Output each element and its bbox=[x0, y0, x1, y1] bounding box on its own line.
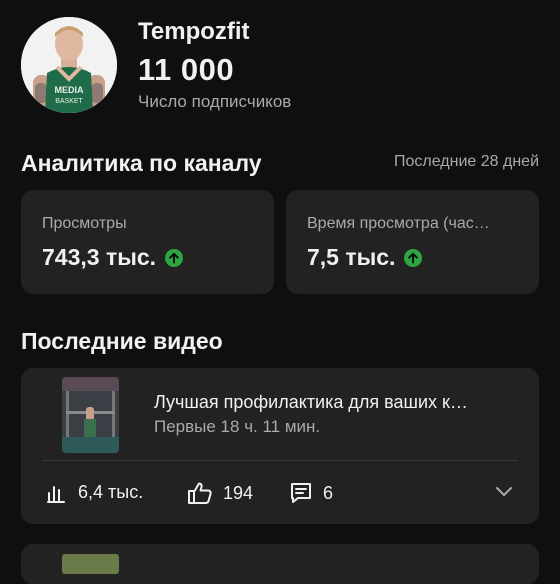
analytics-title: Аналитика по каналу bbox=[21, 150, 262, 176]
subscriber-count: 11 000 bbox=[138, 52, 235, 87]
views-value: 743,3 тыс. bbox=[42, 244, 157, 270]
likes-stat: 194 bbox=[187, 481, 253, 505]
chevron-down-icon bbox=[496, 487, 512, 496]
views-card[interactable]: Просмотры 743,3 тыс. bbox=[21, 190, 274, 294]
analytics-period[interactable]: Последние 28 дней bbox=[394, 153, 539, 171]
views-stat: 6,4 тыс. bbox=[46, 481, 143, 503]
watch-time-value-row: 7,5 тыс. bbox=[307, 244, 423, 271]
svg-text:MEDIA: MEDIA bbox=[55, 85, 85, 95]
channel-name: Tempozfit bbox=[138, 18, 250, 45]
trend-up-icon bbox=[404, 248, 423, 267]
watch-time-label: Время просмотра (час… bbox=[307, 215, 490, 232]
video-card[interactable]: Лучшая профилактика для ваших к… Первые … bbox=[21, 368, 539, 524]
video-time: Первые 18 ч. 11 мин. bbox=[154, 417, 321, 436]
comment-icon bbox=[291, 483, 311, 503]
avatar-photo: MEDIA BASKET bbox=[21, 17, 117, 113]
svg-text:BASKET: BASKET bbox=[55, 98, 83, 105]
views-label: Просмотры bbox=[42, 215, 127, 232]
views-count: 6,4 тыс. bbox=[78, 481, 144, 502]
watch-time-value: 7,5 тыс. bbox=[307, 244, 396, 270]
comments-count: 6 bbox=[323, 482, 334, 503]
views-value-row: 743,3 тыс. bbox=[42, 244, 184, 271]
likes-count: 194 bbox=[223, 482, 254, 503]
expand-button[interactable] bbox=[494, 484, 514, 503]
video-thumbnail[interactable] bbox=[62, 554, 119, 574]
trend-up-icon bbox=[165, 248, 184, 267]
video-thumbnail[interactable] bbox=[62, 377, 119, 453]
recent-videos-title: Последние видео bbox=[21, 328, 223, 354]
views-bars-icon bbox=[47, 486, 65, 503]
watch-time-card[interactable]: Время просмотра (час… 7,5 тыс. bbox=[286, 190, 539, 294]
like-icon bbox=[188, 482, 212, 504]
comments-stat: 6 bbox=[289, 481, 333, 505]
video-title: Лучшая профилактика для ваших к… bbox=[154, 392, 468, 412]
subscriber-label: Число подписчиков bbox=[138, 92, 292, 111]
video-card-next[interactable] bbox=[21, 544, 539, 584]
avatar[interactable]: MEDIA BASKET bbox=[21, 17, 117, 113]
thumbnail-image bbox=[62, 377, 119, 453]
divider bbox=[42, 460, 518, 461]
